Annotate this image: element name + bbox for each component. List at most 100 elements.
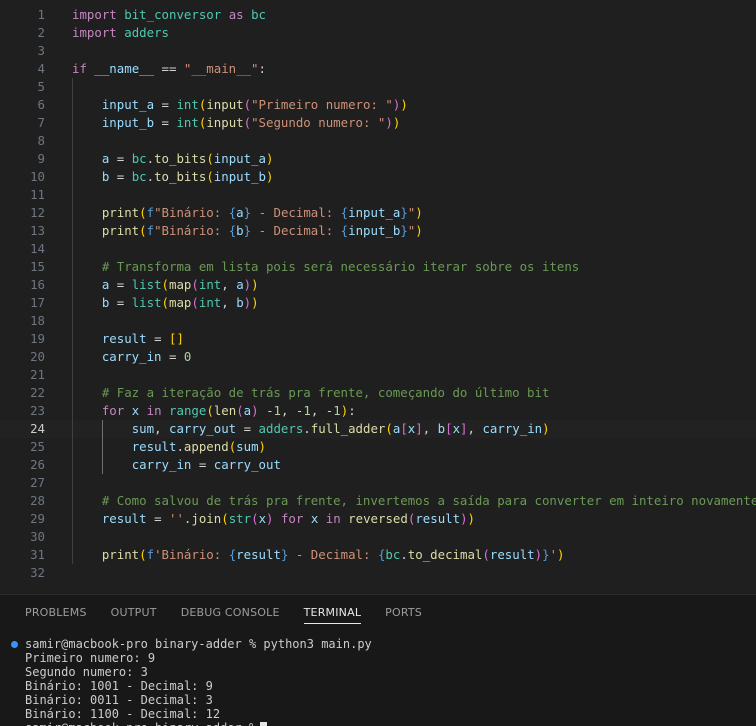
code-token: sum: [131, 421, 155, 436]
code-line[interactable]: 3: [0, 42, 756, 60]
line-number: 25: [30, 439, 45, 454]
code-line[interactable]: 25 result.append(sum): [0, 438, 756, 456]
command-status-dot-icon[interactable]: [11, 641, 18, 648]
code-line[interactable]: 6 input_a = int(input("Primeiro numero: …: [0, 96, 756, 114]
code-editor[interactable]: 1 import bit_conversor as bc 2 import adder…: [0, 0, 756, 594]
code-line[interactable]: 26 carry_in = carry_out: [0, 456, 756, 474]
code-text: sum, carry_out = adders.full_adder(a[x],…: [72, 420, 550, 438]
code-token: 1: [333, 403, 341, 418]
code-line[interactable]: 23 for x in range(len(a) -1, -1, -1):: [0, 402, 756, 420]
code-line[interactable]: 2 import adders: [0, 24, 756, 42]
code-line[interactable]: 30: [0, 528, 756, 546]
code-text: print(f'Binário: {result} - Decimal: {bc…: [72, 546, 565, 564]
code-line[interactable]: 28 # Como salvou de trás pra frente, inv…: [0, 492, 756, 510]
code-token: ): [266, 511, 274, 526]
code-token: f: [146, 547, 155, 562]
code-token: =: [109, 151, 132, 166]
code-token: ): [392, 115, 401, 130]
code-token: .: [146, 151, 155, 166]
code-line[interactable]: 15 # Transforma em lista pois será neces…: [0, 258, 756, 276]
code-token: reversed: [348, 511, 408, 526]
code-line[interactable]: 7 input_b = int(input("Segundo numero: "…: [0, 114, 756, 132]
code-token: bc: [251, 7, 266, 22]
code-line[interactable]: 5: [0, 78, 756, 96]
code-token: ,: [221, 295, 237, 310]
tab-problems[interactable]: PROBLEMS: [25, 595, 87, 631]
code-token: for: [280, 511, 304, 526]
code-line[interactable]: 32: [0, 564, 756, 582]
code-line[interactable]: 10 b = bc.to_bits(input_b): [0, 168, 756, 186]
code-token: ): [467, 511, 476, 526]
terminal[interactable]: samir@macbook-pro binary-adder % python3…: [0, 637, 756, 726]
code-line[interactable]: 20 carry_in = 0: [0, 348, 756, 366]
code-text: print(f"Binário: {a} - Decimal: {input_a…: [72, 204, 423, 222]
code-token: carry_in: [131, 457, 192, 472]
code-token: import: [72, 25, 117, 40]
code-token: int: [176, 97, 199, 112]
code-token: result: [489, 547, 535, 562]
code-token: # Faz a iteração de trás pra frente, com…: [101, 385, 550, 400]
code-token: (: [243, 97, 252, 112]
code-token: (: [482, 547, 490, 562]
code-line[interactable]: 27: [0, 474, 756, 492]
code-line[interactable]: 22 # Faz a iteração de trás pra frente, …: [0, 384, 756, 402]
tab-terminal[interactable]: TERMINAL: [303, 595, 362, 631]
code-token: append: [183, 439, 229, 454]
terminal-output-line: Binário: 1001 - Decimal: 9: [25, 679, 213, 693]
code-token: .: [176, 439, 184, 454]
code-token: }: [400, 205, 408, 220]
code-line[interactable]: 16 a = list(map(int, a)): [0, 276, 756, 294]
code-line[interactable]: 14: [0, 240, 756, 258]
code-text: if __name__ == "__main__":: [72, 60, 266, 78]
code-token: "Primeiro numero: ": [251, 97, 393, 112]
terminal-input-line[interactable]: samir@macbook-pro binary-adder %: [25, 721, 268, 726]
code-line[interactable]: 12 print(f"Binário: {a} - Decimal: {inpu…: [0, 204, 756, 222]
code-token: [: [445, 421, 453, 436]
code-line[interactable]: 4 if __name__ == "__main__":: [0, 60, 756, 78]
code-line[interactable]: 11: [0, 186, 756, 204]
line-number: 29: [30, 511, 45, 526]
code-token: =: [161, 349, 184, 364]
code-line[interactable]: 13 print(f"Binário: {b} - Decimal: {inpu…: [0, 222, 756, 240]
code-text: input_b = int(input("Segundo numero: ")): [72, 114, 400, 132]
code-line[interactable]: 17 b = list(map(int, b)): [0, 294, 756, 312]
line-number: 26: [30, 457, 45, 472]
code-line[interactable]: 29 result = ''.join(str(x) for x in reve…: [0, 510, 756, 528]
code-line[interactable]: 31 print(f'Binário: {result} - Decimal: …: [0, 546, 756, 564]
code-token: ): [251, 403, 259, 418]
code-token: result: [236, 547, 281, 562]
code-token: result: [415, 511, 461, 526]
code-token: ): [266, 151, 274, 166]
code-line[interactable]: 24 sum, carry_out = adders.full_adder(a[…: [0, 420, 756, 438]
code-token: input_a: [101, 97, 155, 112]
bottom-panel: PROBLEMS OUTPUT DEBUG CONSOLE TERMINAL PORTS…: [0, 594, 756, 726]
code-token: , -: [281, 403, 304, 418]
code-line[interactable]: 21: [0, 366, 756, 384]
code-line[interactable]: 19 result = []: [0, 330, 756, 348]
line-number: 3: [37, 43, 45, 58]
code-token: ): [460, 511, 468, 526]
code-token: }: [243, 205, 252, 220]
code-token: list: [131, 295, 162, 310]
terminal-prompt: samir@macbook-pro binary-adder % python3…: [25, 637, 372, 651]
code-token: carry_out: [213, 457, 281, 472]
tab-ports[interactable]: PORTS: [385, 595, 422, 631]
code-token: =: [236, 421, 259, 436]
code-line[interactable]: 8: [0, 132, 756, 150]
code-text: result = ''.join(str(x) for x in reverse…: [72, 510, 475, 528]
code-line[interactable]: 18: [0, 312, 756, 330]
code-line[interactable]: 9 a = bc.to_bits(input_a): [0, 150, 756, 168]
code-token: (: [206, 169, 214, 184]
tab-debug-console[interactable]: DEBUG CONSOLE: [181, 595, 280, 631]
tab-output[interactable]: OUTPUT: [111, 595, 157, 631]
code-token: # Transforma em lista pois será necessár…: [101, 259, 580, 274]
code-text: # Faz a iteração de trás pra frente, com…: [72, 384, 550, 402]
code-token: "Segundo numero: ": [251, 115, 386, 130]
code-line[interactable]: 1 import bit_conversor as bc: [0, 6, 756, 24]
line-number: 14: [30, 241, 45, 256]
